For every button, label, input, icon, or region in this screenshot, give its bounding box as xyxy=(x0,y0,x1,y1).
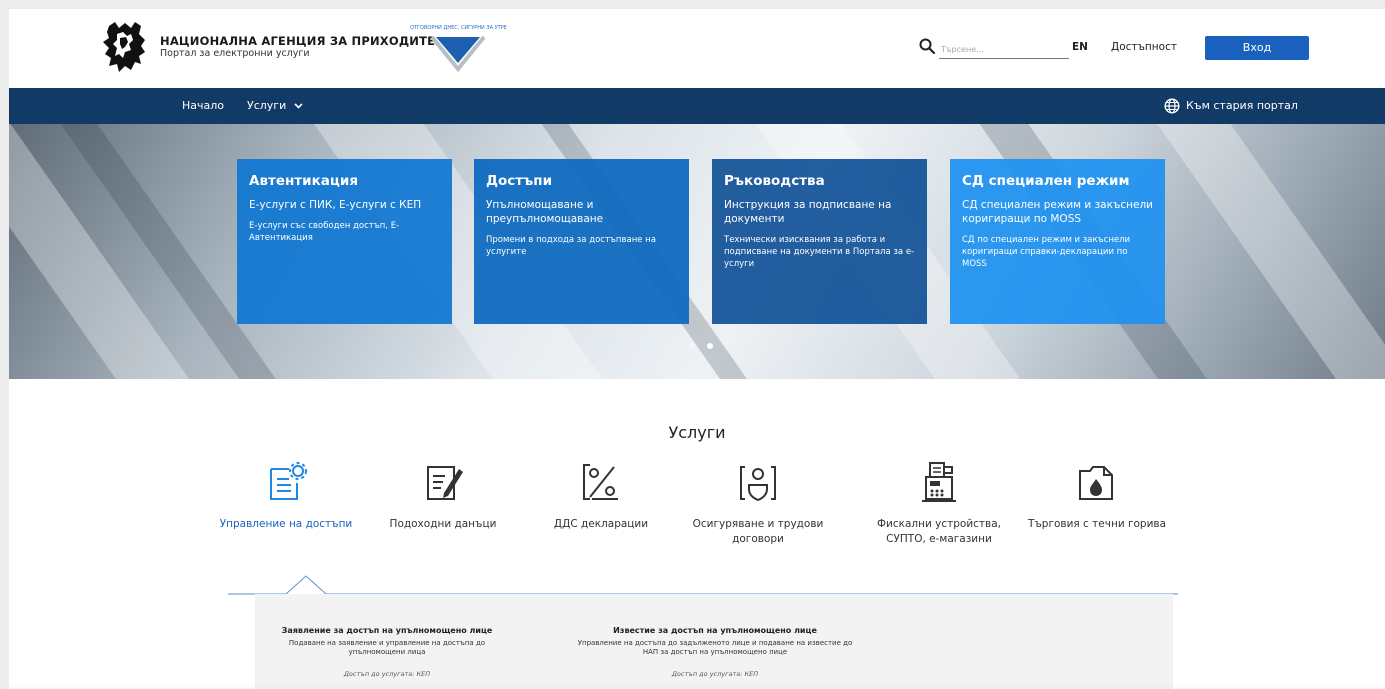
hero-card-subtext: Промени в подхода за достъпване на услуг… xyxy=(486,235,656,257)
agency-name: НАЦИОНАЛНА АГЕНЦИЯ ЗА ПРИХОДИТЕ xyxy=(160,34,436,48)
service-income-taxes[interactable]: Подоходни данъци xyxy=(363,459,523,532)
service-label: Осигуряване и трудови договори xyxy=(692,518,824,545)
service-detail-access: Достъп до услугата: КЕП xyxy=(343,670,431,678)
nav-services-label: Услуги xyxy=(247,99,287,112)
person-shield-icon xyxy=(740,466,776,502)
hero-card-title: Автентикация xyxy=(249,173,358,189)
service-detail-description: Подаване на заявление и управление на до… xyxy=(288,639,486,656)
search-input[interactable] xyxy=(939,40,1069,59)
chevron-down-icon xyxy=(294,103,303,109)
service-detail-authorized-application[interactable]: Заявление за достъп на упълномощено лице… xyxy=(262,626,512,678)
emblem-slogan: ОТГОВОРНИ ДНЕС. СИГУРНИ ЗА УТРЕ xyxy=(410,25,507,31)
cash-register-icon xyxy=(922,462,956,502)
hero-card-subtext: Технически изисквания за работа и подпис… xyxy=(724,235,915,269)
bottom-shadow xyxy=(9,682,1385,689)
service-label: Търговия с течни горива xyxy=(1027,518,1167,530)
old-portal-link[interactable]: Към стария портал xyxy=(1186,99,1298,112)
hero-card-title: СД специален режим xyxy=(962,173,1130,189)
service-detail-panel: Заявление за достъп на упълномощено лице… xyxy=(255,594,1173,689)
page: НАЦИОНАЛНА АГЕНЦИЯ ЗА ПРИХОДИТЕ Портал з… xyxy=(9,9,1385,689)
nav-services-menu[interactable]: Услуги xyxy=(247,99,303,112)
carousel-dot[interactable] xyxy=(689,343,695,349)
document-pen-icon xyxy=(427,466,463,500)
hero-card-subtext: СД по специален режим и закъснели кориги… xyxy=(962,235,1131,269)
service-detail-authorized-notice[interactable]: Известие за достъп на упълномощено лице … xyxy=(575,626,855,678)
fuel-folder-icon xyxy=(1079,466,1113,500)
document-gear-icon xyxy=(270,462,307,500)
service-access-management[interactable]: Управление на достъпи xyxy=(206,459,366,532)
hero-card-text: Упълномощаване и преупълномощаване xyxy=(486,199,604,225)
hero-card-text: Е-услуги с ПИК, Е-услуги с КЕП xyxy=(249,199,422,211)
active-service-indicator xyxy=(228,575,1178,595)
hero-card-title: Достъпи xyxy=(486,173,553,189)
accessibility-link[interactable]: Достъпност xyxy=(1111,41,1177,53)
hero-card-authentication[interactable]: Автентикация Е-услуги с ПИК, Е-услуги с … xyxy=(237,159,452,324)
hero-card-access[interactable]: Достъпи Упълномощаване и преупълномощава… xyxy=(474,159,689,324)
hero-card-subtext: Е-услуги със свободен достъп, Е-Автентик… xyxy=(249,221,400,243)
hero-card-title: Ръководства xyxy=(724,173,825,189)
service-insurance-contracts[interactable]: Осигуряване и трудови договори xyxy=(678,459,838,547)
service-detail-access: Достъп до услугата: КЕП xyxy=(671,670,759,678)
services-heading: Услуги xyxy=(668,423,726,442)
service-fuel-trade[interactable]: Търговия с течни горива xyxy=(1017,459,1177,532)
service-label: Подоходни данъци xyxy=(389,518,497,530)
lion-coat-of-arms-icon[interactable] xyxy=(101,20,149,75)
percent-document-icon xyxy=(583,464,618,500)
hero-card-special-regime[interactable]: СД специален режим СД специален режим и … xyxy=(950,159,1165,324)
service-detail-description: Управление на достъпа до задълженото лиц… xyxy=(577,639,853,656)
service-fiscal-devices[interactable]: Фискални устройства, СУПТО, е-магазини xyxy=(859,459,1019,547)
service-detail-title: Заявление за достъп на упълномощено лице xyxy=(281,626,493,635)
carousel-dot-active[interactable] xyxy=(707,343,713,349)
login-button[interactable]: Вход xyxy=(1205,36,1309,60)
hero-card-text: СД специален режим и закъснели коригиращ… xyxy=(962,199,1153,225)
nav-home-link[interactable]: Начало xyxy=(182,99,224,112)
main-navbar: Начало Услуги Към стария портал xyxy=(9,88,1385,124)
service-label: Фискални устройства, СУПТО, е-магазини xyxy=(876,518,1002,545)
service-label: ДДС декларации xyxy=(553,518,649,530)
language-switch-link[interactable]: EN xyxy=(1072,41,1088,53)
hero-card-text: Инструкция за подписване на документи xyxy=(724,199,892,225)
nra-emblem: ОТГОВОРНИ ДНЕС. СИГУРНИ ЗА УТРЕ xyxy=(410,23,507,75)
hero-carousel: Автентикация Е-услуги с ПИК, Е-услуги с … xyxy=(9,124,1385,379)
hero-bg-stripe xyxy=(1153,124,1385,379)
search-icon[interactable] xyxy=(919,38,935,54)
agency-subtitle: Портал за електронни услуги xyxy=(160,48,310,59)
service-vat-declarations[interactable]: ДДС декларации xyxy=(521,459,681,532)
hero-card-guides[interactable]: Ръководства Инструкция за подписване на … xyxy=(712,159,927,324)
site-header: НАЦИОНАЛНА АГЕНЦИЯ ЗА ПРИХОДИТЕ Портал з… xyxy=(9,9,1385,88)
service-detail-title: Известие за достъп на упълномощено лице xyxy=(613,626,817,635)
service-label: Управление на достъпи xyxy=(219,518,353,530)
globe-icon[interactable] xyxy=(1164,98,1180,114)
